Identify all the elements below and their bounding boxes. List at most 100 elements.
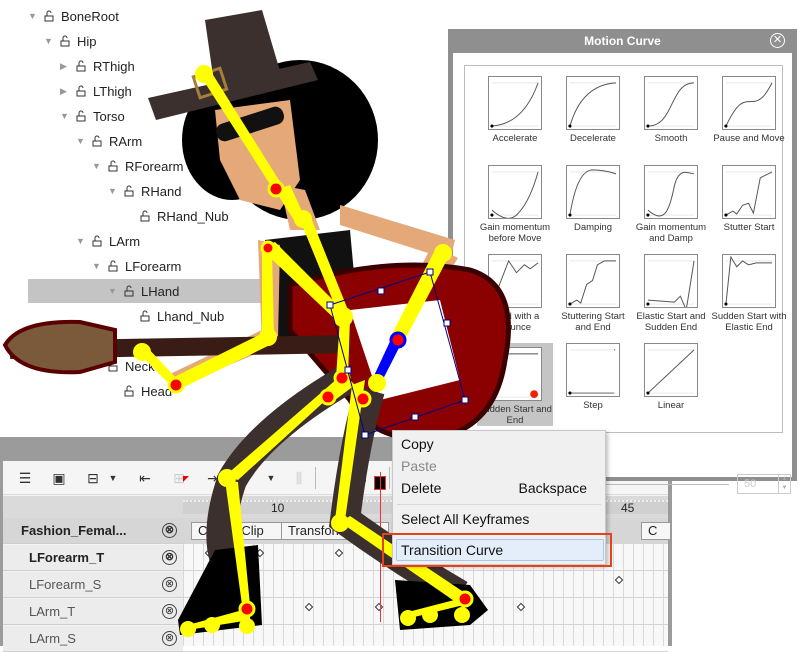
split-icon[interactable]: ⫼: [289, 469, 309, 487]
expand-arrow-down-icon[interactable]: ▼: [76, 136, 86, 146]
tree-node[interactable]: ▶ LThigh: [60, 80, 132, 102]
curve-option[interactable]: Gain momentum and Damp: [633, 165, 709, 244]
track-row[interactable]: LForearm_S ⊗: [3, 572, 183, 598]
tree-node[interactable]: Lhand_Nub: [124, 305, 224, 327]
insert-frame-icon[interactable]: ⇤: [135, 469, 155, 487]
clip-block[interactable]: Collect Clip: [191, 522, 291, 540]
track-keyframe-row[interactable]: [183, 626, 668, 652]
tree-node-label: LForearm: [125, 258, 182, 274]
curve-label: Linear: [657, 400, 685, 411]
unlock-icon[interactable]: [107, 160, 119, 172]
menu-item-delete[interactable]: Delete: [401, 480, 441, 496]
expand-arrow-right-icon[interactable]: ▶: [60, 86, 70, 97]
strength-spinbox[interactable]: 50 ▲ ▼: [737, 474, 791, 494]
dropdown-arrow-icon[interactable]: ▼: [103, 469, 123, 487]
curve-label: Pause and Move: [713, 133, 785, 144]
expand-arrow-down-icon[interactable]: ▼: [92, 261, 102, 271]
tree-node[interactable]: ▼ BoneRoot: [28, 5, 119, 27]
tree-node[interactable]: ▼ Neck: [92, 355, 155, 377]
unlock-icon[interactable]: [59, 35, 71, 47]
expand-arrow-down-icon[interactable]: ▼: [92, 361, 102, 371]
curve-option[interactable]: Step: [555, 343, 631, 411]
expand-arrow-right-icon[interactable]: ▶: [60, 61, 70, 72]
close-icon[interactable]: ✕: [770, 33, 785, 48]
tree-node[interactable]: ▼ Torso: [60, 105, 125, 127]
unlock-icon[interactable]: [75, 85, 87, 97]
add-layer-icon[interactable]: ⊟: [83, 469, 103, 487]
unlock-icon[interactable]: [91, 135, 103, 147]
start-marker: [183, 476, 189, 482]
curve-option[interactable]: Smooth: [633, 76, 709, 144]
expand-arrow-down-icon[interactable]: ▼: [28, 11, 38, 21]
tree-node[interactable]: ▼ RArm: [76, 130, 142, 152]
expand-arrow-down-icon[interactable]: ▼: [92, 161, 102, 171]
curve-label: Smooth: [654, 133, 688, 144]
curve-option[interactable]: Pause and Move: [711, 76, 787, 144]
tree-node[interactable]: Head: [108, 380, 172, 402]
edit-icon[interactable]: ✎: [231, 469, 251, 487]
menu-item-select-all-keyframes[interactable]: Select All Keyframes: [401, 511, 529, 527]
expand-arrow-down-icon[interactable]: ▼: [108, 186, 118, 196]
curve-option[interactable]: Sudden Start and End: [477, 343, 553, 426]
tree-node[interactable]: ▼ RForearm: [92, 155, 184, 177]
clip-block[interactable]: Transform: [281, 522, 381, 540]
curve-option[interactable]: Land with a Bounce: [477, 254, 553, 333]
unlock-icon[interactable]: [75, 110, 87, 122]
unlock-icon[interactable]: [107, 360, 119, 372]
remove-track-icon[interactable]: ⊗: [162, 631, 177, 646]
track-keyframe-row[interactable]: [183, 572, 668, 598]
remove-track-icon[interactable]: ⊗: [162, 550, 177, 565]
unlock-icon[interactable]: [123, 385, 135, 397]
unlock-icon[interactable]: [107, 260, 119, 272]
expand-arrow-down-icon[interactable]: ▼: [44, 36, 54, 46]
unlock-icon[interactable]: [91, 235, 103, 247]
dropdown-arrow-icon[interactable]: ▼: [261, 469, 281, 487]
add-key-icon[interactable]: ▣: [49, 469, 69, 487]
tree-node[interactable]: RHand_Nub: [124, 205, 229, 227]
unlock-icon[interactable]: [75, 60, 87, 72]
curve-label: Damping: [573, 222, 613, 233]
clip-block[interactable]: C: [641, 522, 671, 540]
track-row[interactable]: LArm_T ⊗: [3, 599, 183, 625]
tree-node-label: RForearm: [125, 158, 184, 174]
unlock-icon[interactable]: [139, 310, 151, 322]
curve-option[interactable]: Stuttering Start and End: [555, 254, 631, 333]
tree-node-label: LThigh: [93, 83, 132, 99]
curve-option[interactable]: Accelerate: [477, 76, 553, 144]
curve-option[interactable]: Damping: [555, 165, 631, 233]
spin-buttons[interactable]: ▲ ▼: [778, 475, 790, 493]
unlock-icon[interactable]: [43, 10, 55, 22]
menu-item-copy[interactable]: Copy: [401, 436, 434, 452]
unlock-icon[interactable]: [123, 285, 135, 297]
curve-option[interactable]: Elastic Start and Sudden End: [633, 254, 709, 333]
track-list-icon[interactable]: ☰: [15, 469, 35, 487]
expand-arrow-down-icon[interactable]: ▼: [108, 286, 118, 296]
tree-node[interactable]: ▶ RThigh: [60, 55, 135, 77]
track-row[interactable]: LForearm_T ⊗: [3, 545, 183, 571]
unlock-icon[interactable]: [123, 185, 135, 197]
expand-arrow-down-icon[interactable]: ▼: [60, 111, 70, 121]
curve-option[interactable]: Decelerate: [555, 76, 631, 144]
expand-arrow-down-icon[interactable]: ▼: [76, 236, 86, 246]
tree-node[interactable]: ▼ Hip: [44, 30, 97, 52]
track-group-header[interactable]: Fashion_Femal... ⊗: [3, 518, 183, 544]
remove-track-icon[interactable]: ⊗: [162, 604, 177, 619]
tree-node[interactable]: ▼ LHand: [108, 280, 179, 302]
track-row[interactable]: LArm_S ⊗: [3, 626, 183, 652]
menu-item-paste[interactable]: Paste: [401, 458, 437, 474]
unlock-icon[interactable]: [139, 210, 151, 222]
curve-preview: [566, 76, 620, 130]
ruler-label-45: 45: [621, 501, 635, 515]
curve-option[interactable]: Sudden Start with Elastic End: [711, 254, 787, 333]
tree-node[interactable]: ▼ RHand: [108, 180, 181, 202]
curve-option[interactable]: Gain momentum before Move: [477, 165, 553, 244]
track-keyframe-row[interactable]: [183, 599, 668, 625]
bone-tree: ▼ BoneRoot ▼ Hip ▶ RThigh ▶ LThigh ▼ Torso ▼ RArm ▼ R…: [0, 0, 460, 420]
tree-node[interactable]: ▼ LForearm: [92, 255, 181, 277]
curve-option[interactable]: Linear: [633, 343, 709, 411]
remove-track-icon[interactable]: ⊗: [162, 523, 177, 538]
tree-node[interactable]: ▼ LArm: [76, 230, 140, 252]
remove-frame-icon[interactable]: ⇥: [203, 469, 223, 487]
remove-track-icon[interactable]: ⊗: [162, 577, 177, 592]
curve-option[interactable]: Stutter Start: [711, 165, 787, 233]
